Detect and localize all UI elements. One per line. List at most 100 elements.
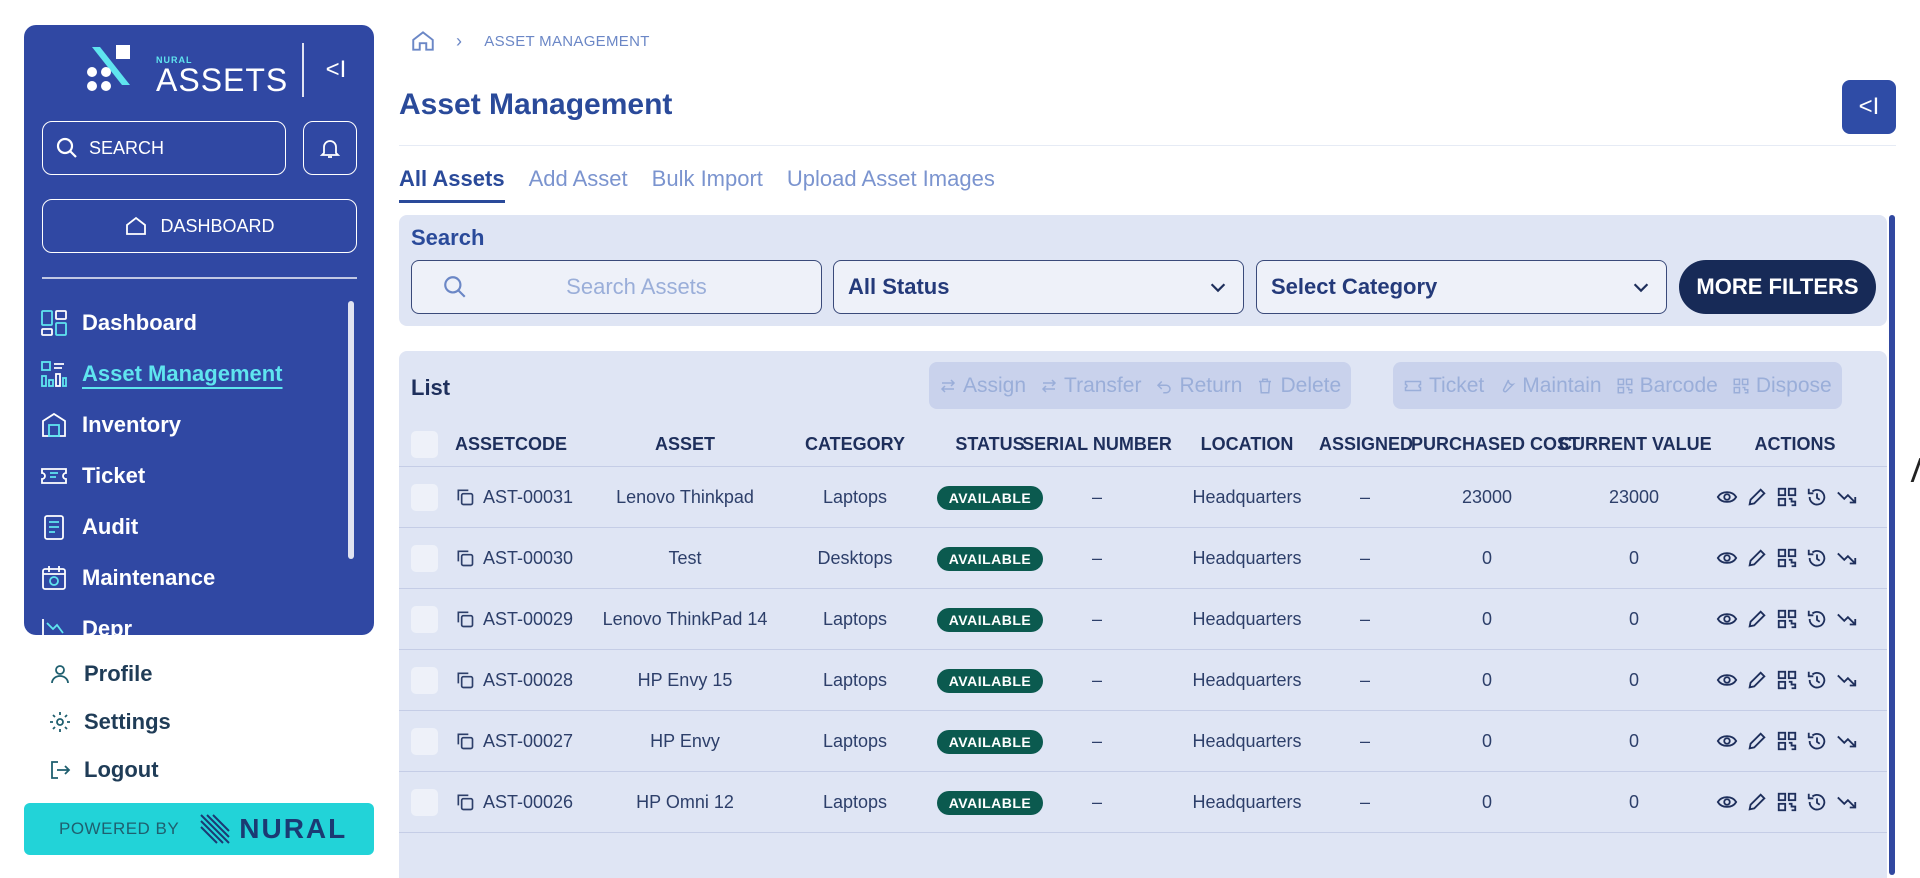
copy-icon[interactable] [455,487,475,507]
settings-link[interactable]: Settings [48,698,171,746]
sidebar-search-button[interactable]: SEARCH [42,121,286,175]
assign-button[interactable]: Assign [939,374,1026,398]
trend-down-icon[interactable] [1836,547,1858,569]
column-header[interactable]: CURRENT VALUE [1559,434,1712,455]
pencil-icon[interactable] [1746,608,1768,630]
tab-all-assets[interactable]: All Assets [399,166,505,203]
trend-down-icon[interactable] [1836,608,1858,630]
qr-code-icon[interactable] [1776,669,1798,691]
notifications-button[interactable] [303,121,357,175]
column-header[interactable]: CATEGORY [785,434,925,455]
row-checkbox[interactable] [411,666,438,694]
eye-icon[interactable] [1716,730,1738,752]
table-row[interactable]: AST-00026 HP Omni 12 Laptops AVAILABLE –… [399,772,1887,833]
transfer-button[interactable]: Transfer [1040,374,1141,398]
trend-down-icon[interactable] [1836,730,1858,752]
table-row[interactable]: AST-00027 HP Envy Laptops AVAILABLE – He… [399,711,1887,772]
qr-code-icon[interactable] [1776,791,1798,813]
pencil-icon[interactable] [1746,669,1768,691]
current-value: 0 [1628,669,1639,690]
column-header[interactable]: ASSET [585,434,785,455]
tab-upload-asset-images[interactable]: Upload Asset Images [787,166,995,203]
sidebar-item-ticket[interactable]: Ticket [40,450,340,501]
column-header[interactable]: ASSETCODE [455,434,567,455]
current-value: 0 [1628,547,1639,568]
status-select[interactable]: All Status [833,260,1244,314]
copy-icon[interactable] [455,670,475,690]
pencil-icon[interactable] [1746,547,1768,569]
copy-icon[interactable] [455,548,475,568]
row-checkbox[interactable] [411,605,438,633]
history-icon[interactable] [1806,486,1828,508]
qr-code-icon[interactable] [1776,547,1798,569]
list-label: List [411,375,451,400]
column-header[interactable]: LOCATION [1177,434,1317,455]
sidebar-scrollbar[interactable] [348,301,354,559]
table-row[interactable]: AST-00031 Lenovo Thinkpad Laptops AVAILA… [399,467,1887,528]
trend-down-icon[interactable] [1836,669,1858,691]
sidebar-item-dashboard[interactable]: Dashboard [40,297,340,348]
copy-icon[interactable] [455,792,475,812]
logout-link[interactable]: Logout [48,746,171,794]
collapse-sidebar-button[interactable]: <I [316,55,356,85]
pencil-icon[interactable] [1746,791,1768,813]
more-filters-button[interactable]: MORE FILTERS [1679,260,1876,314]
mouse-cursor [1910,458,1920,482]
page-scrollbar[interactable] [1889,215,1895,875]
history-icon[interactable] [1806,547,1828,569]
column-header[interactable]: PURCHASED COST [1411,434,1580,455]
trend-down-icon[interactable] [1836,791,1858,813]
tab-bulk-import[interactable]: Bulk Import [652,166,763,203]
app-logo[interactable]: NURAL ASSETS [84,45,288,96]
eye-icon[interactable] [1716,791,1738,813]
copy-icon[interactable] [455,731,475,751]
history-icon[interactable] [1806,669,1828,691]
home-icon[interactable] [410,28,436,54]
collapse-panel-button[interactable]: <I [1842,80,1896,134]
column-header[interactable]: ASSIGNED [1319,434,1413,455]
asset-code: AST-00029 [483,608,574,629]
select-all-checkbox[interactable] [411,431,438,458]
row-actions [1716,608,1866,630]
row-checkbox[interactable] [411,788,438,816]
maintain-button[interactable]: Maintain [1498,374,1602,398]
sidebar-item-asset-management[interactable]: Asset Management [40,348,340,399]
asset-location: Headquarters [1192,730,1302,751]
eye-icon[interactable] [1716,547,1738,569]
qr-code-icon[interactable] [1776,608,1798,630]
row-checkbox[interactable] [411,544,438,572]
table-row[interactable]: AST-00028 HP Envy 15 Laptops AVAILABLE –… [399,650,1887,711]
category-select[interactable]: Select Category [1256,260,1667,314]
sidebar-item-maintenance[interactable]: Maintenance [40,552,340,603]
table-row[interactable]: AST-00030 Test Desktops AVAILABLE – Head… [399,528,1887,589]
pencil-icon[interactable] [1746,486,1768,508]
tab-add-asset[interactable]: Add Asset [529,166,628,203]
qr-code-icon[interactable] [1776,486,1798,508]
eye-icon[interactable] [1716,669,1738,691]
return-button[interactable]: Return [1155,374,1242,398]
sidebar-item-inventory[interactable]: Inventory [40,399,340,450]
delete-button[interactable]: Delete [1256,374,1341,398]
powered-by-banner[interactable]: POWERED BY NURAL [24,803,374,855]
eye-icon[interactable] [1716,486,1738,508]
search-input[interactable]: Search Assets [411,260,822,314]
history-icon[interactable] [1806,730,1828,752]
row-checkbox[interactable] [411,727,438,755]
trend-down-icon[interactable] [1836,486,1858,508]
dispose-button[interactable]: Dispose [1732,374,1832,398]
ticket-button[interactable]: Ticket [1403,374,1484,398]
sidebar-item-audit[interactable]: Audit [40,501,340,552]
pencil-icon[interactable] [1746,730,1768,752]
dashboard-button[interactable]: DASHBOARD [42,199,357,253]
column-header[interactable]: SERIAL NUMBER [1017,434,1177,455]
row-checkbox[interactable] [411,483,438,511]
history-icon[interactable] [1806,608,1828,630]
table-row[interactable]: AST-00029 Lenovo ThinkPad 14 Laptops AVA… [399,589,1887,650]
profile-link[interactable]: Profile [48,650,171,698]
qr-code-icon[interactable] [1776,730,1798,752]
copy-icon[interactable] [455,609,475,629]
sidebar-item-depreciation[interactable]: Depr [40,603,340,635]
barcode-button[interactable]: Barcode [1616,374,1718,398]
eye-icon[interactable] [1716,608,1738,630]
history-icon[interactable] [1806,791,1828,813]
